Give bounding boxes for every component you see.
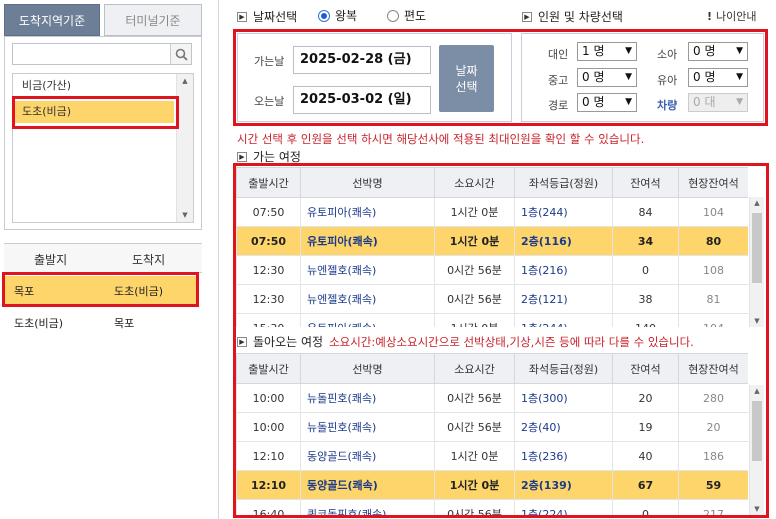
date-section-label: 날짜선택 bbox=[253, 10, 298, 24]
highlight-outline-region bbox=[12, 96, 179, 129]
search-icon bbox=[175, 48, 188, 61]
route-table-header: 출발지 도착지 bbox=[4, 243, 202, 273]
radio-roundtrip[interactable]: 왕복 bbox=[318, 7, 357, 24]
route-from: 도초(비금) bbox=[14, 317, 64, 330]
date-section-title: ▶ 날짜선택 bbox=[237, 8, 297, 25]
header-arrival: 도착지 bbox=[132, 253, 166, 267]
age-guide-label: 나이안내 bbox=[716, 10, 757, 23]
tab-terminal[interactable]: 터미널기준 bbox=[104, 4, 202, 36]
header-departure: 출발지 bbox=[34, 253, 68, 267]
notice-max-passengers: 시간 선택 후 인원을 선택 하시면 해당선사에 적용된 최대인원을 확인 할 … bbox=[237, 132, 645, 146]
radio-oneway[interactable]: 편도 bbox=[387, 7, 426, 24]
arrow-right-icon: ▶ bbox=[237, 11, 247, 22]
radio-oneway-label: 편도 bbox=[404, 9, 427, 23]
highlight-outline-selection bbox=[233, 29, 768, 126]
tab-arrival-region[interactable]: 도착지역기준 bbox=[4, 4, 100, 36]
radio-roundtrip-label: 왕복 bbox=[335, 9, 358, 23]
scroll-down-icon[interactable]: ▼ bbox=[177, 211, 193, 219]
highlight-outline-schedules bbox=[233, 163, 769, 518]
arrow-right-icon: ▶ bbox=[522, 11, 532, 22]
search-button[interactable] bbox=[170, 44, 191, 64]
passenger-section-label: 인원 및 차량선택 bbox=[538, 10, 623, 24]
divider bbox=[218, 0, 219, 519]
route-row[interactable]: 도초(비금) 목포 bbox=[4, 308, 198, 336]
scroll-up-icon[interactable]: ▲ bbox=[177, 77, 193, 85]
highlight-outline-route bbox=[2, 272, 199, 307]
region-item-bigeum[interactable]: 비금(가산) bbox=[14, 75, 174, 97]
arrow-right-icon: ▶ bbox=[237, 151, 247, 162]
passenger-section-title: ▶ 인원 및 차량선택 bbox=[522, 8, 623, 25]
route-to: 목포 bbox=[114, 317, 135, 330]
region-search-input[interactable] bbox=[12, 43, 192, 65]
age-guide-link[interactable]: ! 나이안내 bbox=[707, 8, 757, 24]
exclamation-icon: ! bbox=[707, 9, 713, 23]
